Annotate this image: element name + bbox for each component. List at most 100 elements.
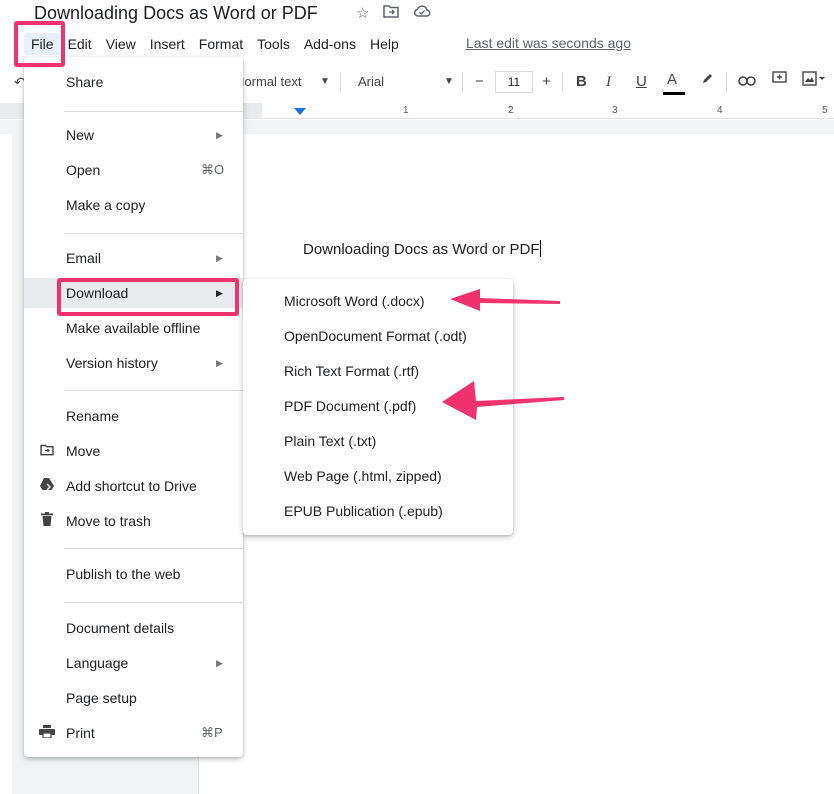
link-icon[interactable] [738,66,756,98]
insert-image-icon[interactable] [802,66,826,98]
download-option-html[interactable]: Web Page (.html, zipped) [243,461,513,491]
download-highlight [57,278,239,316]
menu-item-label: Email [66,250,102,266]
download-option-txt[interactable]: Plain Text (.txt) [243,426,513,456]
document-title[interactable]: Downloading Docs as Word or PDF [34,3,318,24]
ruler-number: 4 [717,105,723,116]
menu-item-move[interactable]: Move [24,436,243,466]
menu-view[interactable]: View [99,33,143,55]
download-option-epub[interactable]: EPUB Publication (.epub) [243,496,513,526]
menu-add-ons[interactable]: Add-ons [297,33,363,55]
underline-button[interactable]: U [636,66,647,98]
submenu-item-label: OpenDocument Format (.odt) [284,328,467,344]
paragraph-style-select[interactable]: Normal text [235,66,301,98]
submenu-arrow-icon: ▶ [216,658,223,668]
menu-item-label: Document details [66,620,175,636]
submenu-arrow-icon: ▶ [216,130,223,140]
menu-item-label: Page setup [66,690,137,706]
shortcut-label: ⌘P [201,725,223,740]
menu-item-label: Move to trash [66,513,151,529]
file-menu-highlight [14,21,65,67]
menu-insert[interactable]: Insert [143,33,192,55]
pdf-pointer-arrow-icon [442,381,564,420]
indent-marker[interactable] [294,108,306,115]
submenu-item-label: EPUB Publication (.epub) [284,503,443,519]
move-to-folder-icon[interactable] [383,4,400,24]
menu-item-label: Add shortcut to Drive [66,478,197,494]
menu-item-print[interactable]: Print ⌘P [24,718,243,748]
menu-item-version-history[interactable]: Version history ▶ [24,348,243,378]
submenu-arrow-icon: ▶ [216,253,223,263]
printer-icon [38,718,56,748]
menu-edit[interactable]: Edit [61,33,99,55]
submenu-item-label: Plain Text (.txt) [284,433,377,449]
menu-tools[interactable]: Tools [250,33,297,55]
menu-item-label: Move [66,443,101,459]
menu-item-label: Language [66,655,129,671]
menu-format[interactable]: Format [192,33,250,55]
menu-item-label: Share [66,74,104,90]
submenu-arrow-icon: ▶ [216,358,223,368]
shortcut-label: ⌘O [201,162,225,177]
menu-item-open[interactable]: Open ⌘O [24,155,243,185]
menu-divider [64,390,243,391]
submenu-item-label: Microsoft Word (.docx) [284,293,425,309]
menu-item-make-copy[interactable]: Make a copy [24,190,243,220]
chevron-down-icon[interactable]: ▼ [320,66,330,98]
ruler-number: 5 [822,105,828,116]
toolbar-divider [726,72,727,92]
font-size-input[interactable]: 11 [495,71,533,93]
document-body-text[interactable]: Downloading Docs as Word or PDF [303,240,542,258]
submenu-item-label: PDF Document (.pdf) [284,398,417,414]
increase-font-size-button[interactable]: + [542,66,551,98]
menu-item-add-shortcut[interactable]: Add shortcut to Drive [24,471,243,501]
menu-help[interactable]: Help [363,33,406,55]
chevron-down-icon[interactable]: ▼ [444,66,454,98]
submenu-item-label: Web Page (.html, zipped) [284,468,442,484]
italic-button[interactable]: I [606,66,611,98]
menu-item-label: Print [66,725,95,741]
menu-item-move-to-trash[interactable]: Move to trash [24,506,243,536]
ruler-number: 2 [508,105,514,116]
highlight-pen-icon[interactable] [700,66,714,98]
menu-item-page-setup[interactable]: Page setup [24,683,243,713]
move-folder-icon [38,436,56,466]
cloud-status-icon[interactable] [413,4,431,24]
menu-item-language[interactable]: Language ▶ [24,648,243,678]
trash-icon [38,506,56,536]
menu-item-email[interactable]: Email ▶ [24,243,243,273]
text-cursor [540,240,542,257]
menu-item-label: Rename [66,408,119,424]
ruler-number: 3 [612,105,618,116]
title-icons: ☆ [356,4,431,24]
menu-divider [64,111,243,112]
menu-item-label: Version history [66,355,158,371]
submenu-item-label: Rich Text Format (.rtf) [284,363,420,379]
menu-item-publish-to-web[interactable]: Publish to the web [24,559,243,589]
body-text: Downloading Docs as Word or PDF [303,241,540,258]
menu-item-label: Open [66,162,101,178]
menu-divider [64,602,243,603]
font-select[interactable]: Arial [358,66,384,98]
menu-divider [64,548,243,549]
drive-shortcut-icon [38,471,56,501]
menu-item-rename[interactable]: Rename [24,401,243,431]
menu-divider [64,233,243,234]
menu-item-share[interactable]: Share [24,67,243,97]
decrease-font-size-button[interactable]: − [475,66,484,98]
toolbar-divider [340,72,341,92]
menu-item-document-details[interactable]: Document details [24,613,243,643]
star-icon[interactable]: ☆ [356,4,369,24]
text-color-swatch [663,92,685,95]
bold-button[interactable]: B [576,66,587,98]
menu-item-label: Publish to the web [66,566,181,582]
ruler-number: 1 [403,105,409,116]
docx-pointer-arrow-icon [450,289,560,311]
menu-item-make-available-offline[interactable]: Make available offline [24,313,243,343]
menu-item-label: Make available offline [66,320,201,336]
comment-icon[interactable] [772,66,787,98]
last-edit-link[interactable]: Last edit was seconds ago [466,35,631,51]
outline-panel [0,134,12,794]
menu-item-new[interactable]: New ▶ [24,120,243,150]
download-option-odt[interactable]: OpenDocument Format (.odt) [243,321,513,351]
